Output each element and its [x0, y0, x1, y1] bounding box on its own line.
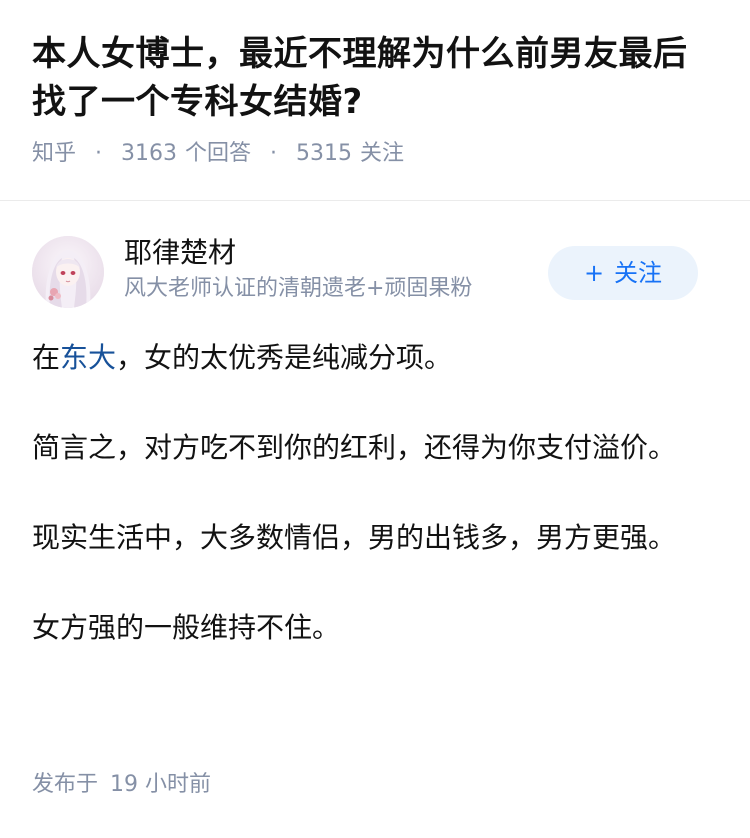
follower-count: 5315: [296, 141, 353, 166]
anime-girl-avatar-icon: [32, 236, 104, 308]
answer-paragraph: 简言之，对方吃不到你的红利，还得为你支付溢价。: [32, 431, 677, 464]
answer-paragraph: 现实生活中，大多数情侣，男的出钱多，男方更强。: [32, 521, 677, 554]
question-title[interactable]: 本人女博士，最近不理解为什么前男友最后找了一个专科女结婚?: [32, 30, 718, 126]
author-info: 耶律楚材 风大老师认证的清朝遗老+顽固果粉: [124, 234, 472, 306]
meta-separator: ·: [95, 141, 103, 166]
published-time: 19 小时前: [110, 772, 212, 797]
answer-count: 3163: [121, 141, 178, 166]
plus-icon: +: [583, 259, 605, 287]
author-row: 耶律楚材 风大老师认证的清朝遗老+顽固果粉 + 关注: [32, 234, 718, 314]
answer-paragraph: 女方强的一般维持不住。: [32, 611, 341, 644]
paragraph-text: ，女的太优秀是纯减分项。: [116, 341, 453, 374]
answer-paragraph: 在东大，女的太优秀是纯减分项。: [32, 334, 690, 382]
paragraph-text: 在: [32, 341, 61, 374]
question-header: 本人女博士，最近不理解为什么前男友最后找了一个专科女结婚? 知乎 · 3163 个…: [0, 0, 750, 170]
question-meta: 知乎 · 3163 个回答 · 5315 关注: [32, 138, 718, 170]
meta-separator: ·: [270, 141, 278, 166]
follow-button[interactable]: + 关注: [548, 246, 698, 300]
publish-info: 发布于 19 小时前: [32, 768, 211, 802]
answer-count-label: 个回答: [185, 141, 252, 166]
author-name[interactable]: 耶律楚材: [124, 234, 472, 272]
keyword-link[interactable]: 东大: [60, 341, 116, 374]
source-label[interactable]: 知乎: [32, 141, 76, 166]
follow-button-label: 关注: [614, 259, 663, 287]
author-description: 风大老师认证的清朝遗老+顽固果粉: [124, 276, 473, 301]
header-divider: [0, 200, 750, 201]
answer-content: 在东大，女的太优秀是纯减分项。 简言之，对方吃不到你的红利，还得为你支付溢价。 …: [32, 334, 690, 694]
follower-count-label: 关注: [360, 141, 405, 166]
author-avatar[interactable]: [32, 236, 104, 308]
published-label: 发布于: [32, 772, 99, 797]
